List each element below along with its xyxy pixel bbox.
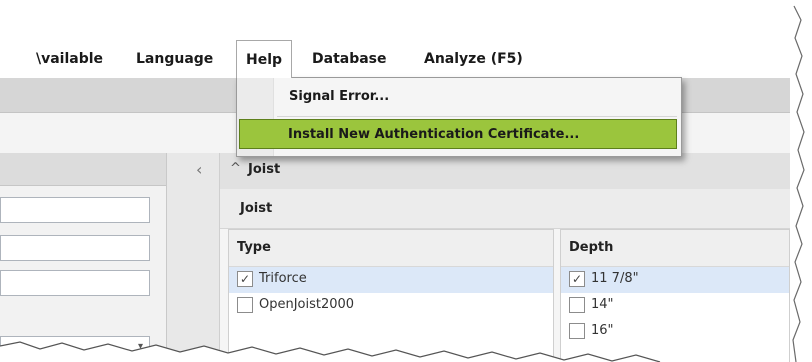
depth-header-label: Depth [569,240,614,255]
group-header: Joist [220,189,790,229]
chevron-left-icon[interactable]: ‹ [196,160,210,180]
chevron-down-icon: ▾ [137,341,143,352]
left-dropdown[interactable]: ▾ [0,336,150,362]
checkmark-icon: ✓ [239,272,251,286]
checkbox-unchecked[interactable] [569,323,585,339]
left-input-3[interactable] [0,270,150,296]
depth-option-label: 14" [591,297,614,312]
left-input-1[interactable] [0,197,150,223]
left-input-2[interactable] [0,235,150,261]
joist-group: Joist Type ✓ Triforce OpenJoist2000 Dept… [220,189,790,362]
menu-separator [277,116,677,117]
depth-column: Depth ✓ 11 7/8" 14" 16" [560,229,790,362]
checkbox-unchecked[interactable] [569,297,585,313]
menu-language[interactable]: Language [136,40,213,78]
menu-available[interactable]: \vailable [36,40,103,78]
section-header[interactable]: ^ Joist [220,153,790,190]
type-header-label: Type [237,240,271,255]
menu-item-install-certificate[interactable]: Install New Authentication Certificate..… [239,119,677,149]
panel-splitter[interactable] [167,153,220,362]
left-panel-header [0,153,166,186]
type-option-label: Triforce [259,271,307,286]
type-option-label: OpenJoist2000 [259,297,355,312]
menu-database[interactable]: Database [312,40,387,78]
depth-option-label: 11 7/8" [591,271,639,286]
menu-item-label: Install New Authentication Certificate..… [288,127,580,142]
type-option-openjoist[interactable]: OpenJoist2000 [229,293,553,319]
depth-option-16[interactable]: 16" [561,319,789,345]
type-column-header: Type [229,230,553,267]
checkbox-checked[interactable]: ✓ [569,271,585,287]
menu-analyze[interactable]: Analyze (F5) [424,40,523,78]
app-window: \vailable Language Help Database Analyze… [0,0,812,362]
section-title: Joist [248,162,281,177]
menu-bar: \vailable Language Help Database Analyze… [0,40,790,78]
main-content: ^ Joist Joist Type ✓ Triforce OpenJoist2… [220,153,790,362]
menu-item-label: Signal Error... [289,89,390,104]
group-title: Joist [240,201,273,216]
type-column: Type ✓ Triforce OpenJoist2000 [228,229,554,362]
depth-column-header: Depth [561,230,789,267]
help-dropdown-menu: Signal Error... Install New Authenticati… [236,77,682,157]
checkbox-checked[interactable]: ✓ [237,271,253,287]
menu-help[interactable]: Help [236,40,293,78]
depth-option-11-7-8[interactable]: ✓ 11 7/8" [561,267,789,293]
checkmark-icon: ✓ [571,272,583,286]
type-option-triforce[interactable]: ✓ Triforce [229,267,553,293]
depth-option-label: 16" [591,323,614,338]
left-panel: ▾ [0,153,167,362]
depth-option-14[interactable]: 14" [561,293,789,319]
chevron-up-icon: ^ [230,161,241,176]
menu-item-signal-error[interactable]: Signal Error... [239,82,677,112]
checkbox-unchecked[interactable] [237,297,253,313]
